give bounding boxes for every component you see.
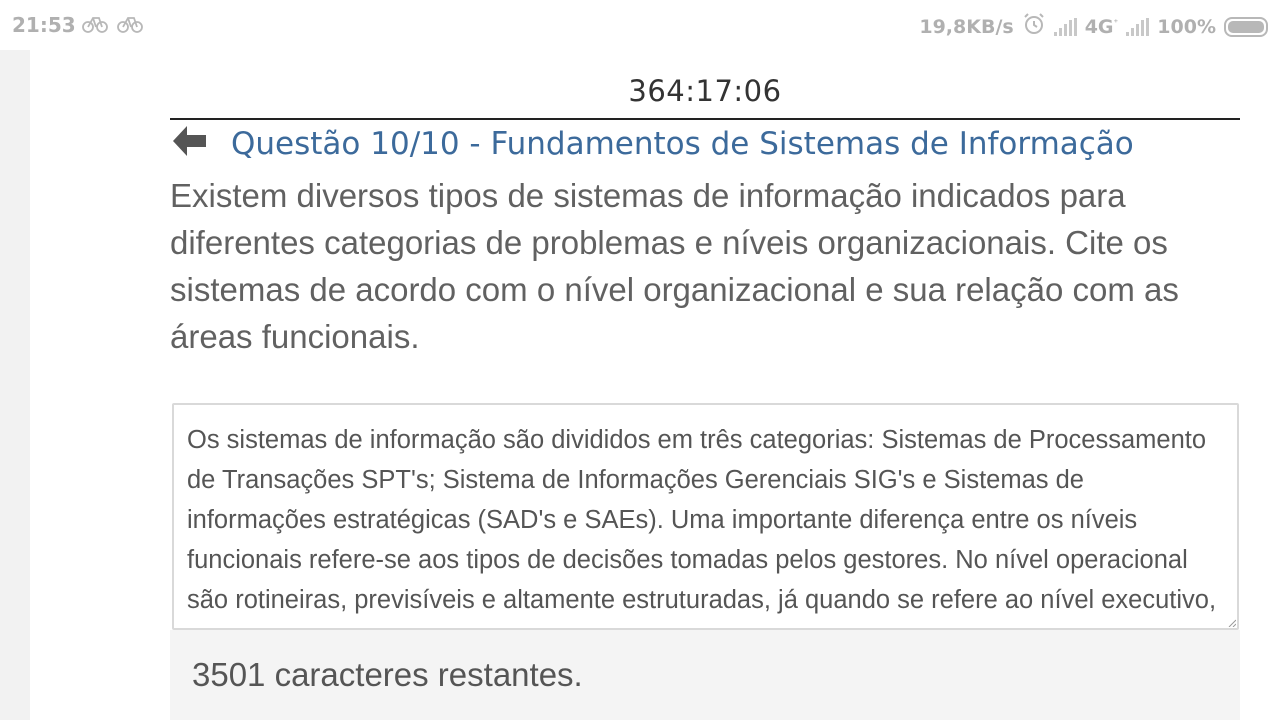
signal-icon <box>1053 17 1077 36</box>
network-speed: 19,8KB/s <box>919 15 1014 38</box>
char-counter: 3501 caracteres restantes. <box>192 656 583 693</box>
question-text: Existem diversos tipos de sistemas de in… <box>170 177 1179 355</box>
left-gutter <box>0 50 30 720</box>
back-arrow-icon[interactable] <box>170 124 208 160</box>
status-time: 21:53 <box>12 13 76 37</box>
status-bar: 21:53 19,8KB/s 4G⁺ 100% <box>0 0 1280 50</box>
alarm-icon <box>1022 12 1046 41</box>
bicycle-icon <box>117 12 143 39</box>
char-counter-bar: 3501 caracteres restantes. <box>170 630 1240 720</box>
network-type-label: 4G <box>1084 15 1114 38</box>
exam-timer: 364:17:06 <box>628 74 782 108</box>
network-type: 4G⁺ <box>1084 15 1119 38</box>
battery-percent: 100% <box>1157 15 1216 38</box>
battery-icon <box>1224 16 1268 37</box>
resize-grip-icon[interactable] <box>1228 619 1236 627</box>
answer-text[interactable]: Os sistemas de informação são divididos … <box>187 420 1227 628</box>
answer-textarea[interactable]: Os sistemas de informação são divididos … <box>172 403 1239 630</box>
divider <box>170 118 1240 120</box>
signal-icon <box>1126 17 1150 36</box>
bicycle-icon <box>82 12 108 39</box>
question-title: Questão 10/10 - Fundamentos de Sistemas … <box>231 126 1134 162</box>
